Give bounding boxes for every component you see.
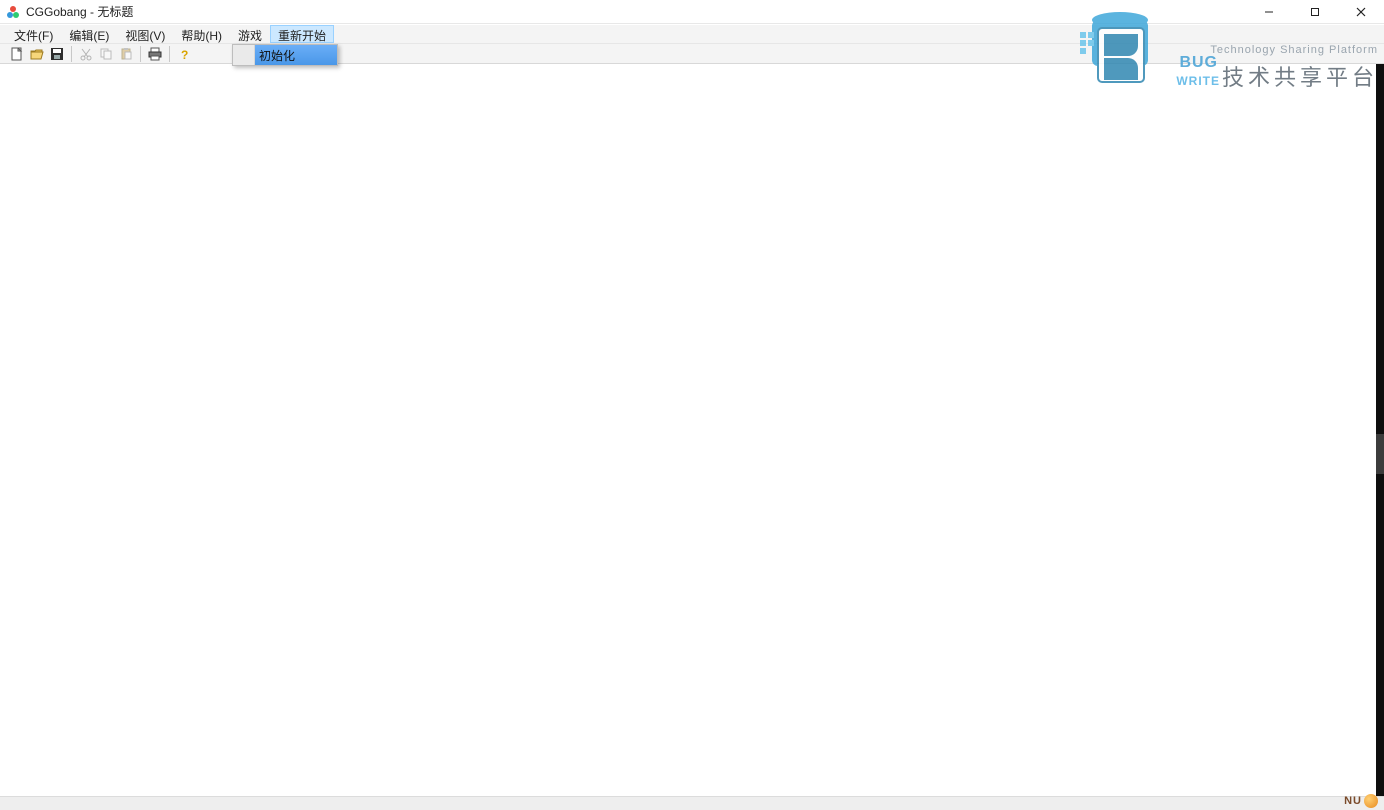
toolbar-save-button[interactable]	[48, 45, 66, 63]
watermark-corner-text: NU	[1344, 795, 1362, 807]
toolbar-separator	[71, 46, 72, 62]
menu-game[interactable]: 游戏	[230, 25, 270, 43]
toolbar: ?	[0, 44, 1384, 64]
toolbar-help-button[interactable]: ?	[175, 45, 193, 63]
watermark-corner: NU	[1344, 794, 1378, 808]
menu-restart-dropdown: 初始化	[232, 44, 338, 66]
window-title: CGGobang - 无标题	[26, 3, 133, 20]
menu-help[interactable]: 帮助(H)	[173, 25, 230, 43]
toolbar-separator	[169, 46, 170, 62]
menu-item-label: 初始化	[259, 47, 295, 64]
right-edge-thumb	[1376, 434, 1384, 474]
toolbar-print-button[interactable]	[146, 45, 164, 63]
app-icon	[5, 4, 21, 20]
toolbar-open-button[interactable]	[28, 45, 46, 63]
toolbar-cut-button[interactable]	[77, 45, 95, 63]
dropdown-gutter	[233, 45, 255, 65]
menu-item-initialize[interactable]: 初始化	[233, 45, 337, 65]
toolbar-separator	[140, 46, 141, 62]
titlebar: CGGobang - 无标题	[0, 0, 1384, 24]
right-edge-strip	[1376, 64, 1384, 796]
svg-text:?: ?	[181, 48, 188, 61]
menu-restart[interactable]: 重新开始	[270, 25, 334, 43]
maximize-button[interactable]	[1292, 0, 1338, 24]
client-area[interactable]	[0, 64, 1384, 796]
window-controls	[1246, 0, 1384, 24]
toolbar-new-button[interactable]	[8, 45, 26, 63]
menubar: 文件(F) 编辑(E) 视图(V) 帮助(H) 游戏 重新开始	[0, 24, 1384, 44]
close-button[interactable]	[1338, 0, 1384, 24]
menu-view[interactable]: 视图(V)	[117, 25, 173, 43]
menu-file[interactable]: 文件(F)	[6, 25, 61, 43]
minimize-button[interactable]	[1246, 0, 1292, 24]
menu-edit[interactable]: 编辑(E)	[61, 25, 117, 43]
toolbar-paste-button[interactable]	[117, 45, 135, 63]
statusbar	[0, 796, 1384, 810]
watermark-corner-icon	[1364, 794, 1378, 808]
toolbar-copy-button[interactable]	[97, 45, 115, 63]
